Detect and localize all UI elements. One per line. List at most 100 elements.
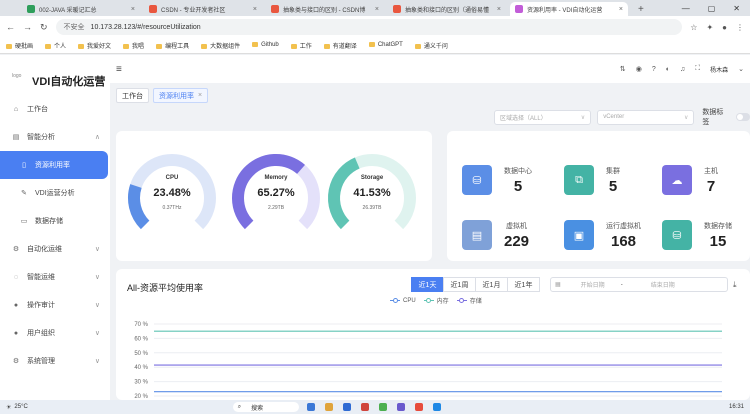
stat-tile: ☁ 主机 7 [662,150,750,210]
bookmark-item[interactable]: 有道翻译 [323,41,357,50]
stat-value: 5 [513,177,523,195]
bookmark-item[interactable]: 通义千问 [414,41,448,50]
close-window-icon[interactable]: ✕ [733,4,740,13]
user-chevron-icon[interactable]: ⌄ [738,65,744,73]
bookmark-item[interactable]: 工作 [290,41,312,50]
download-icon[interactable]: ⤓ [733,280,737,290]
extensions-icon[interactable]: ✦ [706,23,713,32]
bookmark-label: 通义千问 [423,44,448,50]
sidebar-item-label: 资源利用率 [35,162,70,169]
bookmark-item[interactable]: Github [252,42,279,49]
new-tab-button[interactable]: + [638,4,644,15]
sidebar-item[interactable]: ⚙ 自动化运维 ∨ [0,235,110,263]
app-icon[interactable] [414,403,423,411]
bell-icon[interactable]: ♫ [680,66,685,73]
tab-favicon-icon [393,5,401,13]
forward-icon[interactable]: → [23,22,32,32]
bookmark-item[interactable]: 我唱 [123,41,144,50]
translate-icon[interactable]: ⇅ [620,65,626,73]
bookmark-item[interactable]: 硬批画 [6,41,33,50]
stat-text: 运行虚拟机 168 [606,221,641,250]
close-tag-icon[interactable]: × [198,92,202,99]
range-button[interactable]: 近1年 [507,277,540,292]
sidebar-item[interactable]: ⌂ 工作台 [0,95,110,123]
stat-value: 15 [709,232,727,250]
app-icon[interactable] [306,403,315,411]
browser-tab[interactable]: 资源利用率 - VDI自动化运营 × [510,2,628,16]
bookmark-item[interactable]: ChatGPT [368,42,403,49]
range-button[interactable]: 近1周 [443,277,476,292]
bookmark-item[interactable]: 编程工具 [156,41,189,50]
server-icon: ▤ [462,220,492,250]
browser-tab[interactable]: 抽象类和接口的区别（通俗易懂 × [388,2,506,16]
tags-view: 工作台 资源利用率 × [110,83,750,108]
back-icon[interactable]: ← [6,22,15,32]
github-icon[interactable]: ◉ [636,65,642,73]
sidebar-item[interactable]: ▭ 数据存储 [0,207,110,235]
sidebar-item[interactable]: ▤ 智能分析 ∧ [0,123,110,151]
os-taskbar: ☀ 25°C ⌕ 搜索 16:31 [0,400,750,414]
reload-icon[interactable]: ↻ [40,22,48,33]
legend-item[interactable]: CPU [390,296,416,305]
url-field[interactable]: 不安全 10.173.28.123/#/resourceUtilization [55,19,683,35]
fullscreen-icon[interactable]: ⛶ [695,65,700,73]
sidebar-item[interactable]: ● 用户组织 ∨ [0,319,110,347]
browser-menu-icon[interactable]: ⋮ [736,23,744,32]
sidebar-item[interactable]: ◌ 智能运维 ∨ [0,263,110,291]
app-title: VDI自动化运营 [32,76,106,88]
bookmark-item[interactable]: 大数据组件 [201,41,240,50]
theme-icon[interactable]: ◐ [666,66,670,73]
minimize-icon[interactable]: — [682,4,690,13]
home-icon: ⌂ [13,105,19,113]
legend-item[interactable]: 内存 [423,296,449,305]
app-icon[interactable] [432,403,441,411]
data-tag-toggle[interactable] [736,113,750,121]
legend-item[interactable]: 存储 [456,296,482,305]
sidebar-item[interactable]: ▯ 资源利用率 [0,151,108,179]
app-icon[interactable] [396,403,405,411]
user-name[interactable]: 杨木森 [710,65,728,74]
legend-dot [392,298,398,303]
app-icon[interactable] [378,403,387,411]
close-tab-icon[interactable]: × [375,6,379,13]
logo-image: logo [12,73,22,79]
app-icon[interactable] [360,403,369,411]
menu-toggle-icon[interactable]: ≡ [116,64,122,75]
stat-name: 集群 [606,167,620,175]
star-icon[interactable]: ☆ [690,23,697,32]
gauge-subvalue: 0.37THz [162,205,182,211]
browser-tab[interactable]: CSDN - 专业开发者社区 × [144,2,262,16]
insecure-warning[interactable]: 不安全 [64,22,85,32]
close-tab-icon[interactable]: × [619,6,623,13]
legend-label: 存储 [469,299,482,305]
start-date-input[interactable]: 开始日期 [581,280,605,289]
sidebar-item[interactable]: ⚙ 系统管理 ∨ [0,347,110,375]
sidebar-item-label: 工作台 [27,106,48,113]
sidebar-item[interactable]: ● 操作审计 ∨ [0,291,110,319]
app-icon[interactable] [342,403,351,411]
bookmark-item[interactable]: 我爱好文 [78,41,111,50]
end-date-input[interactable]: 结束日期 [651,280,675,289]
range-button[interactable]: 近1月 [475,277,508,292]
tag-item[interactable]: 工作台 [116,88,149,103]
profile-icon[interactable]: ● [722,23,727,32]
stat-text: 集群 5 [606,166,620,195]
app-icon[interactable] [324,403,333,411]
close-tab-icon[interactable]: × [131,6,135,13]
close-tab-icon[interactable]: × [253,6,257,13]
gauge-percent: 23.48% [153,187,191,199]
browser-tab[interactable]: 抽象类与接口的区别 - CSDN博 × [266,2,384,16]
close-tab-icon[interactable]: × [497,6,501,13]
bookmark-item[interactable]: 个人 [45,41,66,50]
vcenter-select[interactable]: vCenter ∨ [597,109,695,125]
region-select[interactable]: 区域选择（ALL） ∨ [494,109,592,125]
range-button[interactable]: 近1天 [411,277,444,292]
tag-item[interactable]: 资源利用率 × [153,88,209,103]
maximize-icon[interactable]: ▢ [708,4,716,13]
help-icon[interactable]: ? [652,66,656,73]
sidebar-item[interactable]: ✎ VDI运营分析 [0,179,110,207]
date-range-picker[interactable]: ▦ 开始日期 - 结束日期 [550,277,728,292]
taskbar-search[interactable]: ⌕ 搜索 [232,402,299,412]
browser-tab[interactable]: 002-JAVA 采暖记汇总 × [22,2,140,16]
bookmark-label: 我唱 [132,44,145,50]
